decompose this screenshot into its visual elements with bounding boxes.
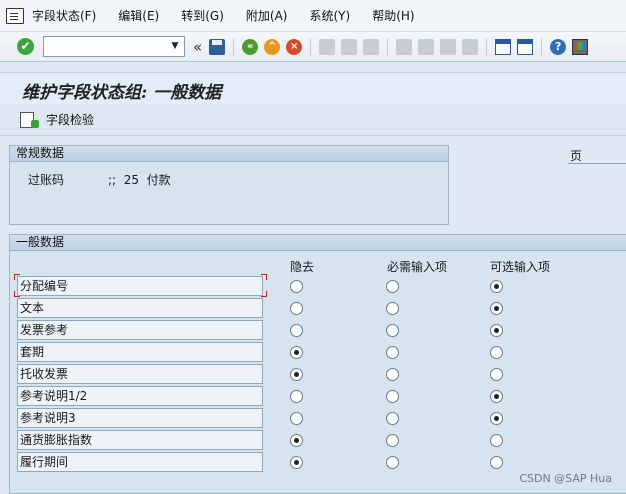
next-page-icon: [440, 38, 457, 55]
field-status-header: 一般数据: [10, 235, 626, 251]
radio-suppress[interactable]: [290, 346, 303, 359]
watermark: CSDN @SAP Hua: [519, 472, 612, 485]
radio-optional[interactable]: [490, 324, 503, 337]
radio-required[interactable]: [386, 280, 399, 293]
menu-help[interactable]: 帮助(H): [372, 7, 414, 24]
print-icon: [319, 38, 336, 55]
cancel-icon[interactable]: ×: [286, 38, 303, 55]
radio-suppress[interactable]: [290, 390, 303, 403]
command-input[interactable]: [44, 37, 164, 56]
command-field[interactable]: ▼: [43, 36, 185, 57]
customize-layout-icon[interactable]: [572, 38, 589, 55]
field-check-icon[interactable]: [20, 111, 39, 128]
column-optional: 可选输入项: [490, 260, 551, 274]
first-page-icon: [396, 38, 413, 55]
radio-required[interactable]: [386, 456, 399, 469]
menu-bar: 字段状态(F) 编辑(E) 转到(G) 附加(A) 系统(Y) 帮助(H): [0, 0, 626, 32]
menu-edit[interactable]: 编辑(E): [118, 7, 159, 24]
shortcut-icon[interactable]: [517, 38, 534, 55]
collapse-chevron-icon[interactable]: «: [193, 38, 202, 56]
menu-system[interactable]: 系统(Y): [309, 7, 350, 24]
page-field-underline: [568, 163, 626, 164]
general-data-header: 常规数据: [10, 146, 448, 162]
toolbar-separator: [486, 37, 488, 56]
page-label: 页: [570, 149, 583, 163]
posting-key-label: 过账码: [28, 173, 65, 187]
toolbar-separator: [310, 37, 312, 56]
chevron-down-icon[interactable]: ▼: [166, 37, 184, 56]
radio-suppress[interactable]: [290, 434, 303, 447]
radio-suppress[interactable]: [290, 302, 303, 315]
field-label: 通货膨胀指数: [17, 430, 263, 450]
prev-page-icon: [418, 38, 435, 55]
radio-optional[interactable]: [490, 434, 503, 447]
radio-optional[interactable]: [490, 302, 503, 315]
radio-required[interactable]: [386, 390, 399, 403]
focus-marker: [261, 274, 267, 280]
field-label: 参考说明3: [17, 408, 263, 428]
title-bar: 维护字段状态组: 一般数据: [0, 72, 626, 104]
radio-required[interactable]: [386, 368, 399, 381]
system-menu-icon[interactable]: [6, 7, 24, 24]
field-label: 履行期间: [17, 452, 263, 472]
ok-icon[interactable]: ✔: [17, 38, 34, 55]
radio-required[interactable]: [386, 302, 399, 315]
radio-required[interactable]: [386, 412, 399, 425]
field-label: 分配编号: [17, 276, 263, 296]
radio-optional[interactable]: [490, 412, 503, 425]
field-label: 参考说明1/2: [17, 386, 263, 406]
radio-optional[interactable]: [490, 456, 503, 469]
radio-optional[interactable]: [490, 390, 503, 403]
radio-suppress[interactable]: [290, 368, 303, 381]
menu-field-status[interactable]: 字段状态(F): [32, 7, 96, 24]
find-next-icon: [363, 38, 380, 55]
toolbar-separator: [387, 37, 389, 56]
radio-optional[interactable]: [490, 280, 503, 293]
exit-icon[interactable]: ^: [264, 38, 281, 55]
page-title: 维护字段状态组: 一般数据: [22, 83, 222, 103]
menu-extras[interactable]: 附加(A): [246, 7, 288, 24]
menu-goto[interactable]: 转到(G): [181, 7, 224, 24]
standard-toolbar: ✔ ▼ « « ^ × ?: [0, 32, 626, 62]
radio-suppress[interactable]: [290, 456, 303, 469]
radio-required[interactable]: [386, 434, 399, 447]
field-label: 文本: [17, 298, 263, 318]
field-label: 托收发票: [17, 364, 263, 384]
application-toolbar: 字段检验: [0, 104, 626, 136]
column-required: 必需输入项: [387, 260, 448, 274]
back-icon[interactable]: «: [242, 38, 259, 55]
radio-suppress[interactable]: [290, 412, 303, 425]
radio-suppress[interactable]: [290, 324, 303, 337]
focus-marker: [261, 291, 267, 297]
find-icon: [341, 38, 358, 55]
radio-optional[interactable]: [490, 346, 503, 359]
column-suppress: 隐去: [290, 260, 315, 274]
help-icon[interactable]: ?: [550, 38, 567, 55]
posting-key-value: ;; 25 付款: [108, 173, 171, 187]
new-session-icon[interactable]: [495, 38, 512, 55]
toolbar-separator: [541, 37, 543, 56]
field-check-button[interactable]: 字段检验: [46, 111, 94, 128]
field-label: 发票参考: [17, 320, 263, 340]
radio-required[interactable]: [386, 324, 399, 337]
focus-marker: [14, 274, 20, 280]
radio-optional[interactable]: [490, 368, 503, 381]
last-page-icon: [462, 38, 479, 55]
focus-marker: [14, 291, 20, 297]
general-data-group: 常规数据 过账码 ;; 25 付款: [9, 145, 449, 225]
toolbar-separator: [233, 37, 235, 56]
radio-required[interactable]: [386, 346, 399, 359]
save-icon[interactable]: [209, 38, 226, 55]
field-label: 套期: [17, 342, 263, 362]
radio-suppress[interactable]: [290, 280, 303, 293]
